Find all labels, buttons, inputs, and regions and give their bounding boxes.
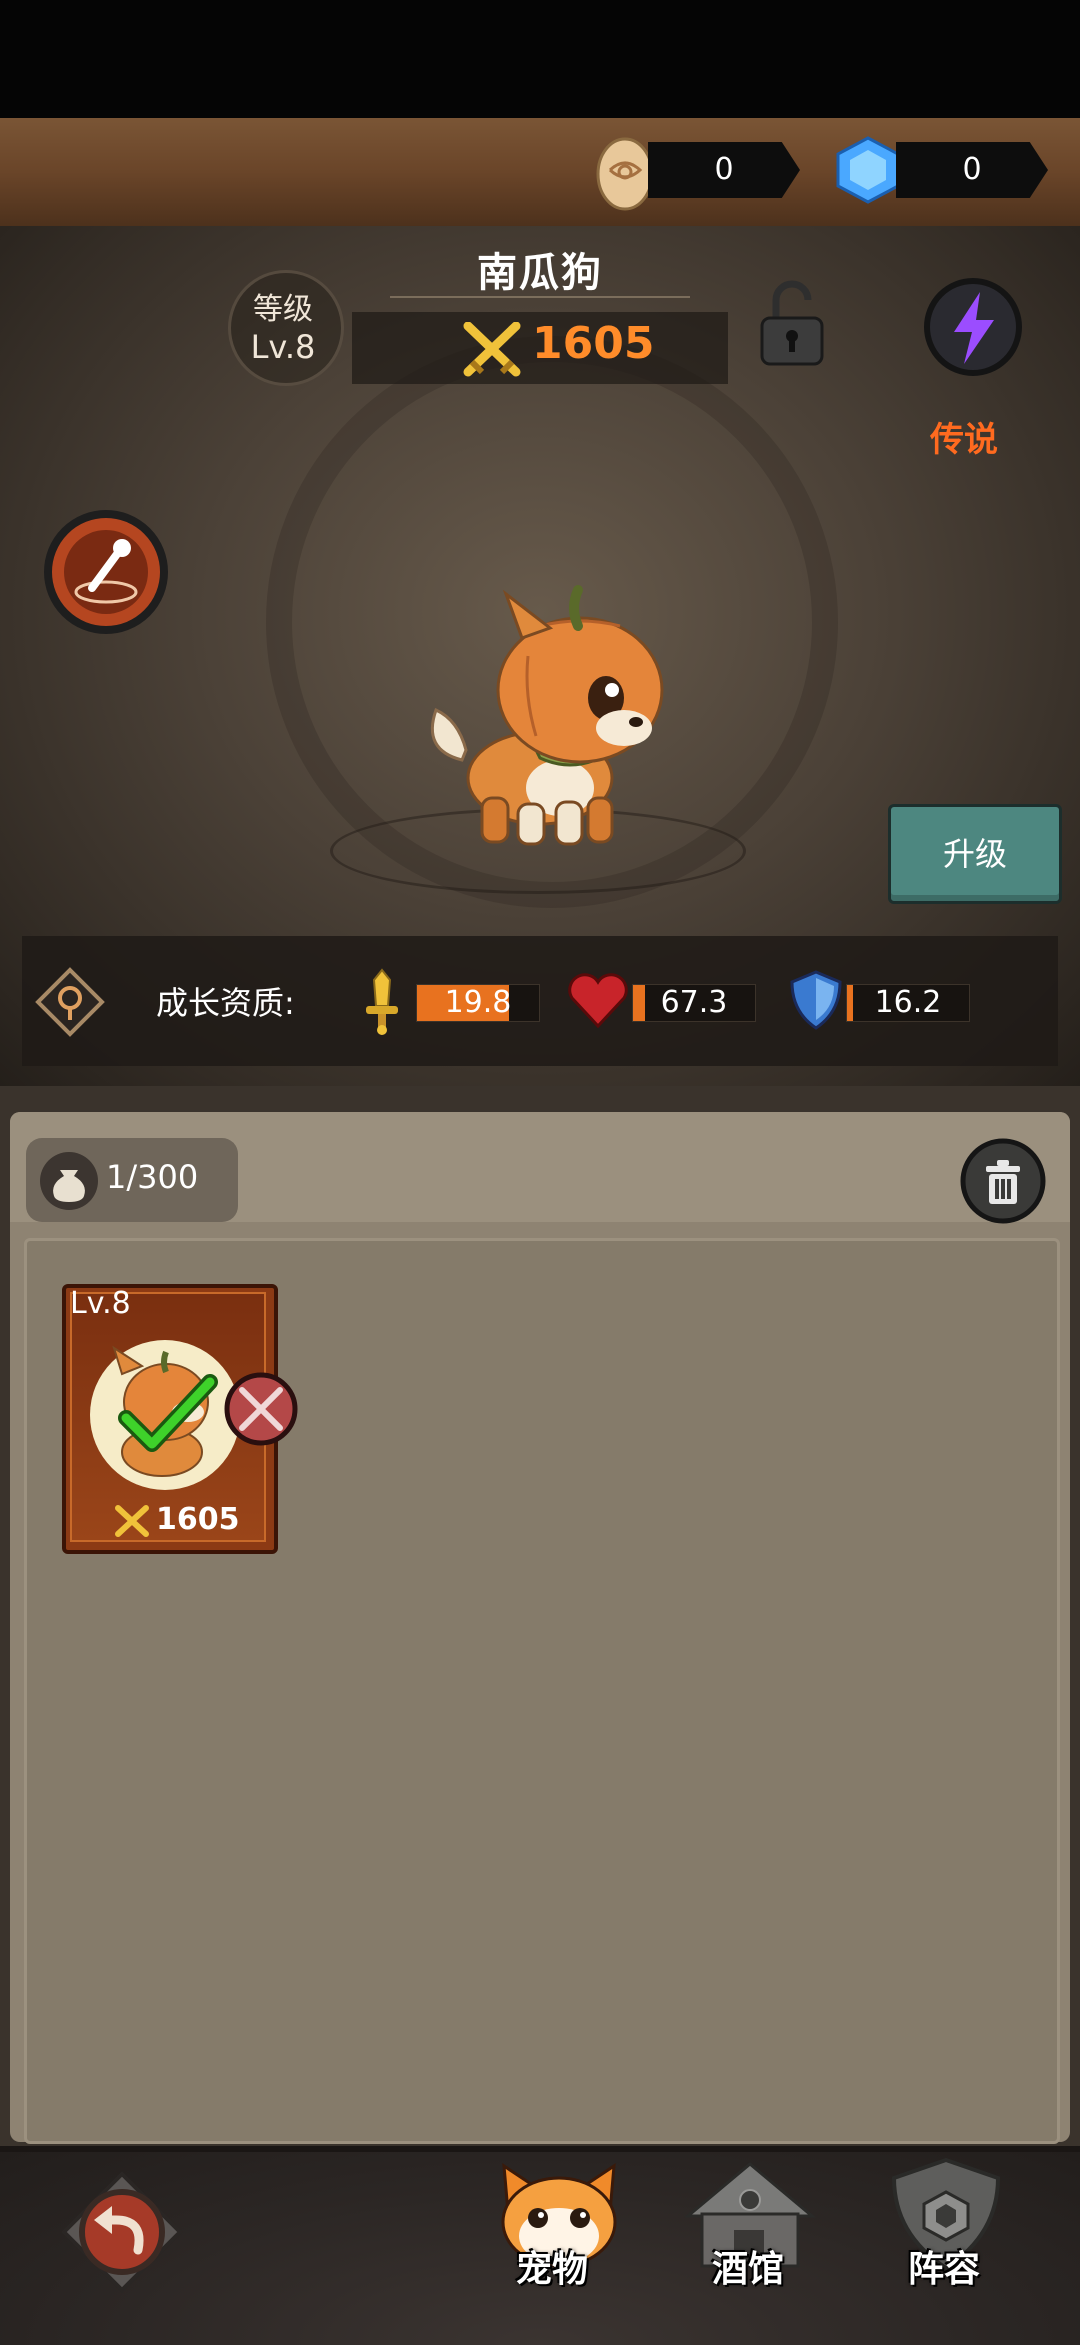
- sword-icon: [366, 968, 398, 1035]
- attack-stat-value: 19.8: [444, 985, 512, 1020]
- trash-icon[interactable]: [958, 1136, 1048, 1226]
- health-stat-bar: 67.3: [632, 984, 756, 1022]
- bag-icon: [40, 1152, 98, 1210]
- shield-icon: [790, 970, 842, 1030]
- egg-count: 0: [648, 142, 800, 198]
- pumpkin-dog-image: [430, 585, 664, 846]
- defense-stat-value: 16.2: [874, 985, 942, 1020]
- gem-count: 0: [896, 142, 1048, 198]
- level-value: Lv.8: [250, 328, 316, 366]
- heart-icon: [568, 973, 628, 1029]
- capacity-count: 1/300: [106, 1158, 199, 1196]
- rarity-label: 传说: [930, 420, 998, 460]
- card-level: Lv.8: [70, 1286, 131, 1321]
- defense-stat-bar: 16.2: [846, 984, 970, 1022]
- nav-tab-tavern[interactable]: 酒馆: [712, 2240, 784, 2292]
- card-swords-icon: [115, 1505, 149, 1537]
- status-bar: [0, 0, 1080, 118]
- nav-tab-lineup[interactable]: 阵容: [908, 2240, 980, 2292]
- lightning-icon[interactable]: [922, 276, 1024, 378]
- pet-name: 南瓜狗: [477, 250, 603, 296]
- golden-egg-icon: [596, 137, 654, 211]
- blue-gem-icon: [836, 136, 900, 204]
- nav-tab-pets[interactable]: 宠物: [516, 2240, 588, 2292]
- check-icon: [118, 1374, 218, 1452]
- crossed-swords-icon: [463, 322, 521, 377]
- power-value: 1605: [532, 318, 655, 369]
- crossed-swords-badge-icon: [224, 1372, 298, 1446]
- health-stat-value: 67.3: [660, 985, 728, 1020]
- name-divider: [390, 296, 690, 298]
- level-label: 等级: [253, 292, 313, 327]
- magnifier-diamond-icon[interactable]: [34, 966, 106, 1038]
- unlock-icon[interactable]: [754, 278, 830, 368]
- skill-icon[interactable]: [42, 508, 170, 636]
- card-power: 1605: [156, 1502, 240, 1537]
- back-button[interactable]: [60, 2170, 184, 2294]
- upgrade-button[interactable]: 升级: [888, 804, 1062, 904]
- growth-label: 成长资质:: [156, 984, 295, 1022]
- attack-stat-bar: 19.8: [416, 984, 540, 1022]
